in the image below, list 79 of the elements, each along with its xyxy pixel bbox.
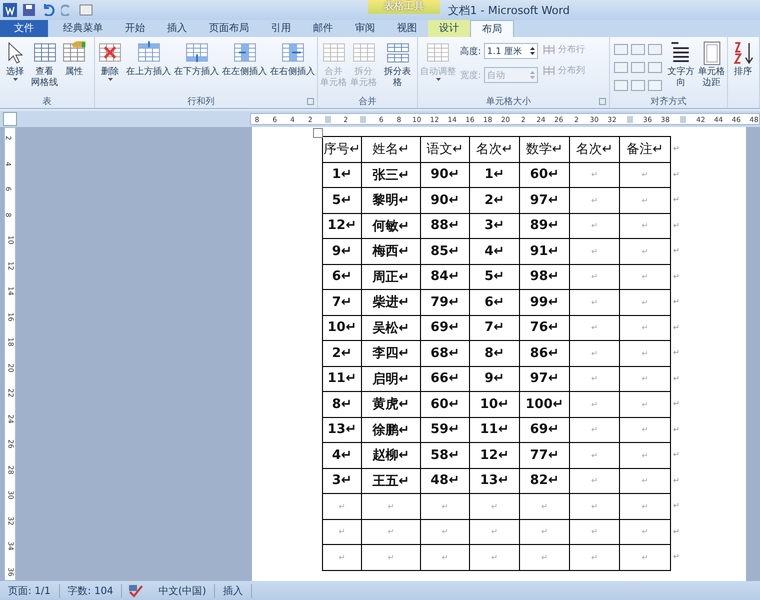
ribbon-button[interactable]: 在左侧插入 [221,40,268,78]
grid-icon [543,44,556,55]
launcher-icon[interactable] [599,98,606,104]
ribbon-button[interactable]: 排序 [729,40,757,78]
preview-icon[interactable] [79,4,93,16]
ribbon-button[interactable]: 文字方向 [666,40,696,89]
undo-icon[interactable] [41,4,55,16]
ribbon-tab[interactable]: 插入 [156,20,198,37]
context-tab-title: 表格工具 [368,0,440,14]
tab-selector[interactable] [3,112,17,126]
table-cell: ↵ [619,544,671,570]
align-button[interactable] [631,44,645,55]
group-label: 单元格大小 [486,96,531,108]
ribbon-tab[interactable]: 设计 [428,20,470,37]
app-icon [3,3,17,17]
row-end-mark: ↵ [673,374,680,383]
group-label: 行和列 [188,96,214,108]
ribbon-tab[interactable]: 邮件 [302,20,344,37]
row-end-mark: ↵ [673,526,680,536]
group-label: 对齐方式 [650,96,686,108]
ribbon-tab[interactable]: 布局 [470,20,514,37]
row-end-mark: ↵ [673,220,680,230]
status-item[interactable]: 字数: 104 [60,584,122,598]
ribbon-button[interactable]: 查看 网格线 [30,40,59,89]
field-label: 高度: [460,46,482,58]
proofing-icon[interactable] [128,584,144,598]
row-end-mark: ↵ [673,399,680,408]
row-end-mark: ↵ [673,195,680,204]
row-end-mark: ↵ [673,246,680,256]
ribbon-tab[interactable]: 开始 [114,20,156,37]
launcher-icon[interactable] [307,98,314,104]
ribbon-button[interactable]: 属性 [60,40,88,78]
align-button[interactable] [648,44,662,55]
row-end-mark: ↵ [673,424,680,434]
row-end-mark: ↵ [673,450,680,460]
group-label: 表 [42,96,52,108]
table-cell: 备注↵ [619,136,671,162]
ribbon-tab[interactable]: 审阅 [344,20,386,37]
align-button[interactable] [614,80,628,91]
align-button[interactable] [631,80,645,91]
align-button[interactable] [614,44,628,55]
spin-field[interactable]: 1.1 厘米 [484,43,538,59]
ribbon-button[interactable]: 在上方插入 [125,40,172,78]
row-end-mark: ↵ [673,476,680,485]
status-item[interactable]: 插入 [215,584,252,598]
ribbon-button[interactable]: 拆分表格 [379,40,416,89]
table-cell: ↵ [322,544,362,570]
row-end-mark: ↵ [673,297,680,306]
spinner-icon[interactable] [530,46,536,56]
align-button[interactable] [648,80,662,91]
ribbon-tab[interactable]: 文件 [0,20,48,37]
row-end-mark: ↵ [673,144,680,154]
status-item[interactable]: 页面: 1/1 [0,584,60,598]
ribbon-button[interactable]: 单元格 边距 [697,40,726,89]
row-end-mark: ↵ [673,322,680,332]
ribbon-tab[interactable]: 页面布局 [198,20,260,37]
ribbon-button[interactable]: 在右侧插入 [269,40,316,78]
status-item[interactable]: 中文(中国) [150,584,216,598]
window-title: 文档1 - Microsoft Word [447,2,570,18]
row-end-mark: ↵ [673,272,680,281]
align-button[interactable] [631,62,645,73]
ribbon-button[interactable]: 在下方插入 [173,40,220,78]
align-button[interactable] [614,62,628,73]
ribbon-tab[interactable]: 经典菜单 [52,20,114,37]
row-end-mark: ↵ [673,552,680,562]
row-end-mark: ↵ [673,348,680,358]
ribbon-tab[interactable]: 引用 [260,20,302,37]
ribbon-button[interactable]: 删除 [96,40,124,82]
ribbon-button[interactable]: 选择 [1,40,29,82]
save-icon[interactable] [23,4,35,16]
row-end-mark: ↵ [673,170,680,179]
table-cell: 序号↵ [322,136,362,162]
ribbon-tab[interactable]: 视图 [386,20,428,37]
grid-icon [543,65,556,76]
align-button[interactable] [648,62,662,73]
field-label: 宽度: [460,70,482,82]
group-label: 合并 [358,96,376,108]
row-end-mark: ↵ [673,501,680,510]
table-move-handle[interactable] [313,128,323,138]
